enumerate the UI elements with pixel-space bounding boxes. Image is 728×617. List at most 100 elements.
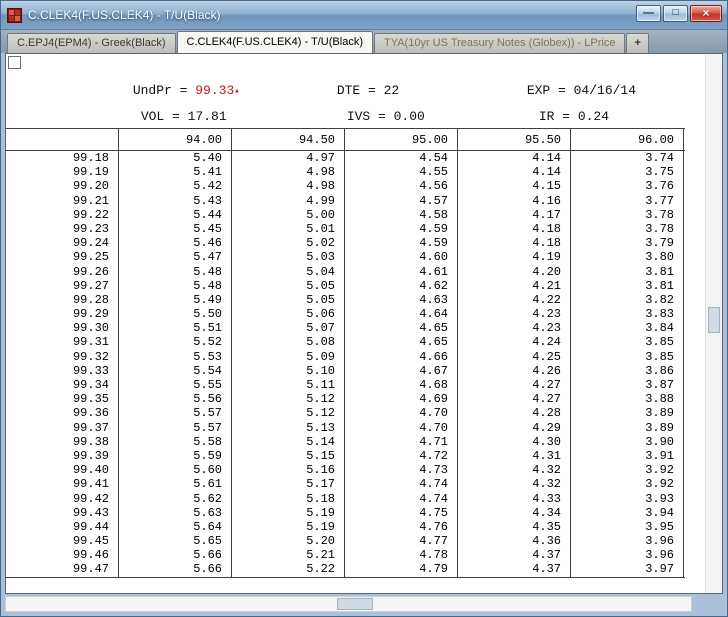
option-price-cell: 4.72 — [345, 449, 458, 463]
option-price-cell: 5.48 — [119, 279, 232, 293]
option-price-cell: 5.50 — [119, 307, 232, 321]
ir-value: 0.24 — [578, 109, 609, 124]
option-price-cell: 4.70 — [345, 421, 458, 435]
horizontal-scrollbar[interactable] — [5, 596, 692, 612]
table-row: 99.275.485.054.624.213.81 — [6, 279, 685, 293]
add-tab-button[interactable]: + — [626, 33, 648, 53]
option-price-cell: 4.30 — [458, 435, 571, 449]
option-price-cell: 4.99 — [232, 194, 345, 208]
table-row: 99.455.655.204.774.363.96 — [6, 534, 685, 548]
option-price-cell: 4.65 — [345, 335, 458, 349]
option-price-cell: 3.90 — [571, 435, 684, 449]
underlying-price-cell: 99.45 — [6, 534, 119, 548]
price-table-body: 99.185.404.974.544.143.7499.195.414.984.… — [6, 151, 685, 577]
option-price-cell: 5.16 — [232, 463, 345, 477]
underlying-price-cell: 99.38 — [6, 435, 119, 449]
underlying-price-cell: 99.27 — [6, 279, 119, 293]
option-price-cell: 4.63 — [345, 293, 458, 307]
option-price-cell: 3.96 — [571, 548, 684, 562]
tab-greek-black[interactable]: C.EPJ4(EPM4) - Greek(Black) — [7, 33, 176, 53]
option-price-cell: 5.01 — [232, 222, 345, 236]
option-price-cell: 3.89 — [571, 421, 684, 435]
option-price-cell: 4.36 — [458, 534, 571, 548]
option-price-cell: 4.20 — [458, 265, 571, 279]
option-price-cell: 5.06 — [232, 307, 345, 321]
table-row: 99.285.495.054.634.223.82 — [6, 293, 685, 307]
option-price-cell: 3.81 — [571, 279, 684, 293]
option-price-cell: 5.12 — [232, 406, 345, 420]
option-price-cell: 4.18 — [458, 236, 571, 250]
corner-header-cell — [6, 129, 119, 150]
tab-tya-lprice[interactable]: TYA(10yr US Treasury Notes (Globex)) - L… — [374, 33, 625, 53]
option-price-cell: 5.66 — [119, 562, 232, 576]
vertical-scrollbar-thumb[interactable] — [708, 307, 720, 333]
option-price-cell: 5.14 — [232, 435, 345, 449]
table-row: 99.395.595.154.724.313.91 — [6, 449, 685, 463]
maximize-button[interactable]: □ — [663, 5, 688, 22]
option-price-cell: 5.11 — [232, 378, 345, 392]
option-price-cell: 5.58 — [119, 435, 232, 449]
option-price-cell: 3.95 — [571, 520, 684, 534]
option-price-cell: 5.00 — [232, 208, 345, 222]
underlying-price-cell: 99.22 — [6, 208, 119, 222]
option-price-cell: 4.34 — [458, 506, 571, 520]
main-content: UndPr = 99.33▴ DTE = 22 EXP = 04/16/14 V… — [5, 53, 723, 594]
vertical-scrollbar[interactable] — [705, 54, 722, 593]
underlying-price-cell: 99.32 — [6, 350, 119, 364]
option-price-cell: 3.86 — [571, 364, 684, 378]
underlying-price-cell: 99.28 — [6, 293, 119, 307]
underlying-price-cell: 99.26 — [6, 265, 119, 279]
option-price-cell: 5.05 — [232, 293, 345, 307]
close-button[interactable]: × — [690, 5, 722, 22]
option-price-cell: 5.20 — [232, 534, 345, 548]
option-price-cell: 4.28 — [458, 406, 571, 420]
option-price-cell: 5.55 — [119, 378, 232, 392]
option-price-cell: 5.21 — [232, 548, 345, 562]
option-price-cell: 5.04 — [232, 265, 345, 279]
underlying-price-cell: 99.43 — [6, 506, 119, 520]
option-price-cell: 5.08 — [232, 335, 345, 349]
table-row: 99.195.414.984.554.143.75 — [6, 165, 685, 179]
option-price-cell: 4.56 — [345, 179, 458, 193]
vol-label: VOL = — [141, 109, 188, 124]
vol-value: 17.81 — [188, 109, 227, 124]
option-price-cell: 5.19 — [232, 520, 345, 534]
horizontal-scrollbar-thumb[interactable] — [337, 598, 373, 610]
option-price-cell: 4.24 — [458, 335, 571, 349]
underlying-price-cell: 99.34 — [6, 378, 119, 392]
tab-tu-black-active[interactable]: C.CLEK4(F.US.CLEK4) - T/U(Black) — [177, 31, 373, 53]
underlying-price-cell: 99.25 — [6, 250, 119, 264]
option-price-cell: 5.17 — [232, 477, 345, 491]
table-row: 99.365.575.124.704.283.89 — [6, 406, 685, 420]
window-title: C.CLEK4(F.US.CLEK4) - T/U(Black) — [28, 8, 221, 22]
option-price-cell: 4.18 — [458, 222, 571, 236]
option-price-cell: 4.15 — [458, 179, 571, 193]
option-price-cell: 3.78 — [571, 222, 684, 236]
minimize-button[interactable]: — — [636, 5, 661, 22]
table-row: 99.435.635.194.754.343.94 — [6, 506, 685, 520]
table-row: 99.295.505.064.644.233.83 — [6, 307, 685, 321]
option-price-cell: 5.22 — [232, 562, 345, 576]
option-price-cell: 3.93 — [571, 492, 684, 506]
table-row: 99.315.525.084.654.243.85 — [6, 335, 685, 349]
titlebar[interactable]: C.CLEK4(F.US.CLEK4) - T/U(Black) — □ × — [1, 1, 727, 30]
underlying-price-cell: 99.35 — [6, 392, 119, 406]
option-price-cell: 4.23 — [458, 307, 571, 321]
table-row: 99.245.465.024.594.183.79 — [6, 236, 685, 250]
ivs-label: IVS = — [347, 109, 394, 124]
option-price-cell: 4.17 — [458, 208, 571, 222]
ir-label: IR = — [539, 109, 578, 124]
option-price-cell: 5.51 — [119, 321, 232, 335]
tab-bar: C.EPJ4(EPM4) - Greek(Black) C.CLEK4(F.US… — [1, 30, 727, 53]
option-price-cell: 3.85 — [571, 335, 684, 349]
option-price-cell: 5.52 — [119, 335, 232, 349]
option-price-cell: 3.77 — [571, 194, 684, 208]
table-row: 99.265.485.044.614.203.81 — [6, 265, 685, 279]
option-price-cell: 4.22 — [458, 293, 571, 307]
table-row: 99.355.565.124.694.273.88 — [6, 392, 685, 406]
strike-header: 94.50 — [232, 129, 345, 150]
option-price-cell: 4.32 — [458, 463, 571, 477]
table-row: 99.475.665.224.794.373.97 — [6, 562, 685, 576]
option-price-cell: 5.61 — [119, 477, 232, 491]
option-price-cell: 4.37 — [458, 548, 571, 562]
